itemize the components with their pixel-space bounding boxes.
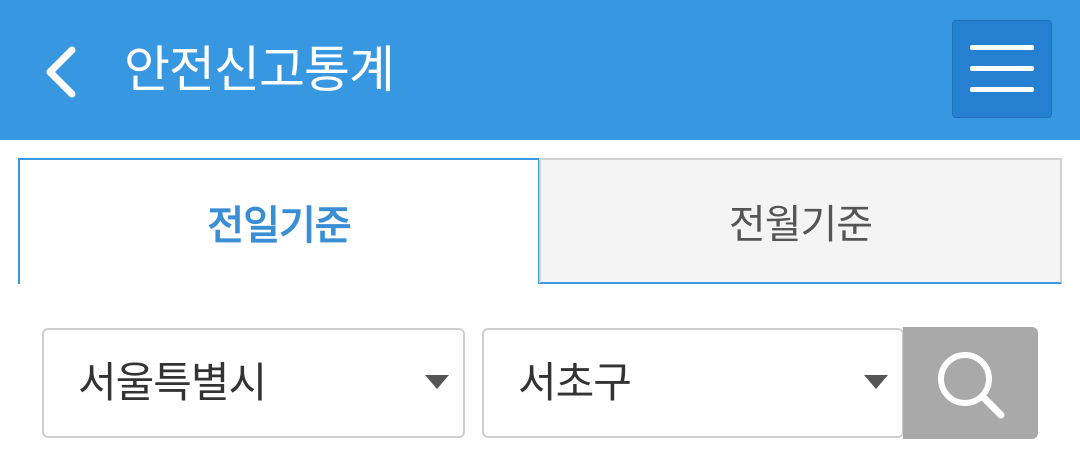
dropdown-arrow-icon bbox=[425, 375, 449, 389]
dropdown-arrow-icon bbox=[864, 375, 888, 389]
tab-previous-month[interactable]: 전월기준 bbox=[539, 158, 1062, 284]
district-select[interactable]: 서초구 bbox=[482, 328, 904, 438]
hamburger-menu-icon bbox=[970, 45, 1034, 92]
period-tabs: 전일기준 전월기준 bbox=[18, 158, 1062, 284]
page-title: 안전신고통계 bbox=[124, 41, 395, 99]
city-select[interactable]: 서울특별시 bbox=[42, 328, 465, 438]
app-header: 안전신고통계 bbox=[0, 0, 1080, 140]
menu-button[interactable] bbox=[952, 20, 1052, 118]
back-button[interactable] bbox=[36, 40, 92, 104]
tab-previous-day[interactable]: 전일기준 bbox=[18, 158, 540, 284]
district-select-value: 서초구 bbox=[518, 358, 632, 407]
search-button[interactable] bbox=[903, 327, 1038, 439]
chevron-left-icon bbox=[46, 46, 76, 98]
city-select-value: 서울특별시 bbox=[78, 358, 267, 407]
search-icon bbox=[938, 352, 1005, 419]
